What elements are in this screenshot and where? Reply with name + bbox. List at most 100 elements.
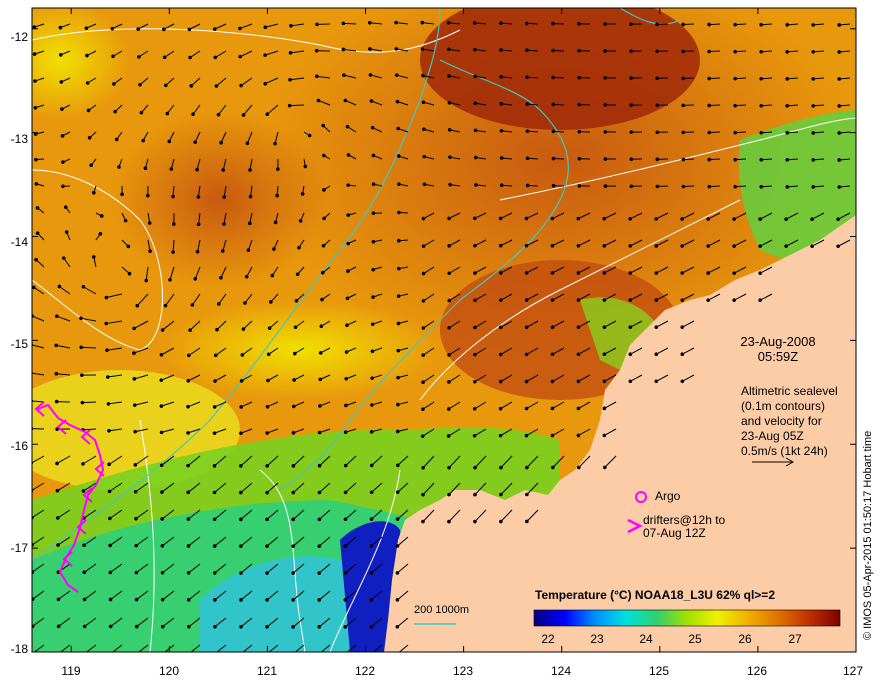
velocity-arrow-head bbox=[447, 271, 452, 276]
velocity-arrow-head bbox=[733, 157, 738, 162]
velocity-arrow-head bbox=[186, 490, 191, 495]
velocity-arrow-head bbox=[811, 158, 816, 162]
velocity-arrow-head bbox=[473, 47, 477, 52]
velocity-arrow-head bbox=[267, 326, 272, 330]
velocity-arrow-head bbox=[368, 47, 372, 51]
velocity-arrow-head bbox=[655, 184, 660, 189]
velocity-arrow-head bbox=[171, 250, 175, 254]
velocity-arrow-head bbox=[474, 183, 478, 187]
velocity-arrow-head bbox=[186, 517, 191, 521]
velocity-arrow-head bbox=[499, 128, 504, 133]
velocity-arrow-head bbox=[213, 379, 217, 383]
velocity-arrow-head bbox=[421, 353, 425, 357]
velocity-arrow-head bbox=[628, 244, 633, 248]
velocity-arrow-head bbox=[447, 380, 451, 384]
velocity-arrow-head bbox=[447, 492, 451, 497]
velocity-arrow-head bbox=[733, 76, 737, 81]
velocity-arrow-head bbox=[397, 210, 401, 215]
velocity-arrow-head bbox=[473, 74, 477, 79]
velocity-arrow-head bbox=[370, 403, 374, 407]
velocity-arrow-head bbox=[248, 221, 252, 226]
velocity-arrow-head bbox=[132, 326, 136, 331]
velocity-arrow-head bbox=[159, 404, 164, 408]
velocity-arrow-head bbox=[291, 431, 296, 435]
velocity-arrow-head bbox=[524, 298, 529, 302]
velocity-arrow-head bbox=[628, 216, 633, 221]
velocity-arrow-head bbox=[499, 156, 504, 160]
velocity-arrow-head bbox=[144, 278, 149, 283]
velocity-arrow-head bbox=[111, 54, 115, 59]
lon-tick-label: 119 bbox=[61, 664, 81, 678]
velocity-arrow-head bbox=[162, 55, 167, 60]
velocity-arrow-head bbox=[811, 23, 815, 27]
velocity-arrow-head bbox=[315, 22, 319, 27]
velocity-arrow-head bbox=[396, 321, 401, 326]
velocity-arrow-head bbox=[525, 183, 530, 188]
velocity-arrow-head bbox=[473, 352, 477, 357]
velocity-arrow-head bbox=[241, 113, 246, 117]
velocity-arrow-head bbox=[397, 182, 401, 186]
velocity-arrow-head bbox=[473, 101, 478, 106]
velocity-arrow-head bbox=[628, 298, 633, 302]
velocity-arrow-head bbox=[447, 244, 451, 248]
velocity-arrow-head bbox=[550, 406, 555, 411]
velocity-arrow-head bbox=[86, 108, 91, 113]
velocity-arrow-head bbox=[196, 195, 201, 199]
velocity-arrow-head bbox=[107, 489, 112, 494]
velocity-arrow-head bbox=[655, 157, 660, 162]
velocity-arrow-head bbox=[105, 348, 109, 353]
velocity-arrow-head bbox=[343, 490, 348, 495]
velocity-arrow-head bbox=[212, 464, 217, 468]
velocity-arrow-head bbox=[146, 193, 150, 198]
velocity-arrow-head bbox=[394, 73, 399, 77]
velocity-arrow-head bbox=[126, 244, 131, 249]
lon-tick-label: 127 bbox=[842, 664, 864, 678]
velocity-arrow-head bbox=[499, 48, 503, 52]
velocity-arrow-head bbox=[550, 325, 555, 329]
drifters-line: 07-Aug 12Z bbox=[643, 526, 706, 540]
velocity-arrow-head bbox=[396, 348, 401, 353]
velocity-arrow-head bbox=[60, 134, 65, 138]
velocity-arrow-head bbox=[576, 406, 581, 411]
velocity-arrow bbox=[343, 22, 357, 25]
velocity-arrow-head bbox=[811, 185, 816, 189]
lat-tick-label: -12 bbox=[10, 30, 28, 44]
velocity-arrow-head bbox=[80, 373, 84, 377]
velocity-arrow-head bbox=[160, 517, 164, 521]
velocity-arrow-head bbox=[108, 624, 113, 629]
velocity-arrow-head bbox=[733, 130, 738, 135]
velocity-arrow-head bbox=[395, 490, 400, 494]
velocity-arrow-head bbox=[320, 270, 325, 275]
velocity-arrow-head bbox=[498, 271, 503, 275]
drifters-label: drifters@12h to 07-Aug 12Z bbox=[643, 514, 725, 540]
velocity-arrow-head bbox=[85, 53, 89, 58]
velocity-arrow-head bbox=[186, 571, 191, 575]
lon-tick-label: 120 bbox=[158, 664, 180, 678]
velocity-arrow-head bbox=[195, 249, 200, 254]
velocity-arrow-head bbox=[370, 125, 375, 130]
velocity-arrow-head bbox=[196, 222, 201, 227]
velocity-arrow-head bbox=[169, 167, 174, 171]
velocity-arrow-head bbox=[706, 271, 711, 275]
velocity-arrow-head bbox=[758, 271, 762, 275]
velocity-arrow-head bbox=[135, 303, 140, 308]
velocity-arrow-head bbox=[472, 406, 477, 411]
velocity-arrow-head bbox=[550, 216, 555, 221]
velocity-arrow-head bbox=[836, 244, 840, 249]
velocity-arrow-head bbox=[525, 519, 529, 524]
velocity-arrow-head bbox=[758, 217, 762, 221]
velocity-arrow-head bbox=[248, 168, 252, 172]
velocity-arrow-head bbox=[345, 296, 350, 301]
velocity-arrow-head bbox=[137, 55, 141, 59]
velocity-arrow-head bbox=[525, 465, 529, 470]
altimetry-note: Altimetric sealevel (0.1m contours) and … bbox=[741, 384, 838, 459]
velocity-arrow-head bbox=[79, 345, 84, 350]
velocity-arrow-head bbox=[56, 624, 61, 629]
velocity-arrow-head bbox=[265, 517, 269, 522]
velocity-arrow-head bbox=[395, 598, 400, 602]
colorbar-title: Temperature (°C) NOAA18_L3U 62% ql>=2 bbox=[535, 588, 775, 602]
velocity-arrow-head bbox=[550, 352, 555, 357]
velocity-arrow-head bbox=[32, 624, 35, 629]
velocity-arrow-head bbox=[186, 353, 191, 358]
velocity-arrow-head bbox=[447, 325, 451, 330]
